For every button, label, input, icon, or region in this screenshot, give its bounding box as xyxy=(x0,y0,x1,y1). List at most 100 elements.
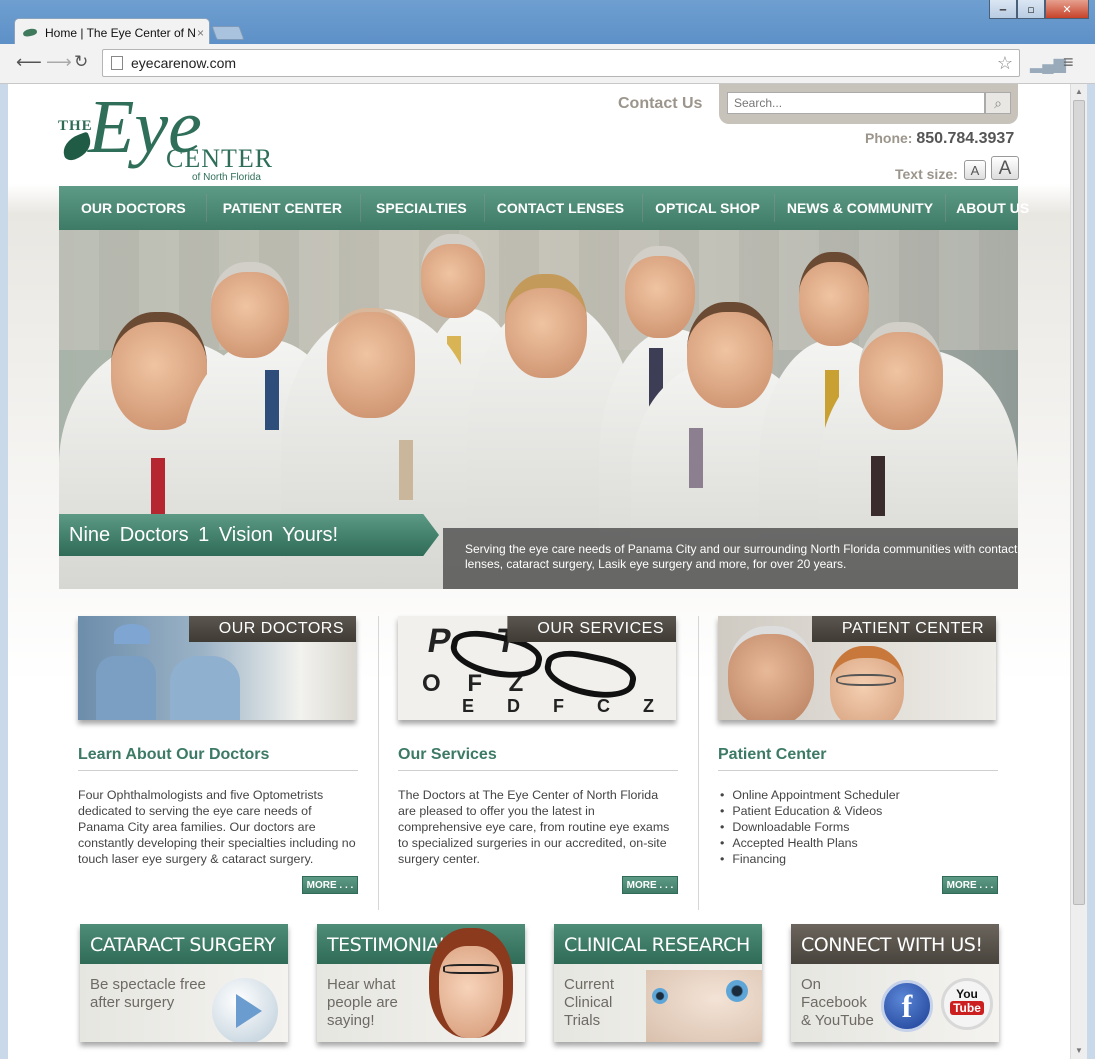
our-doctors-column: OUR DOCTORS Learn About Our Doctors Four… xyxy=(78,616,358,894)
logo-subtitle: of North Florida xyxy=(192,172,261,183)
clinical-research-promo[interactable]: CLINICAL RESEARCH Current Clinical Trial… xyxy=(554,924,762,1042)
text-size-small-button[interactable]: A xyxy=(964,160,986,180)
scroll-thumb[interactable] xyxy=(1073,100,1085,905)
our-doctors-tag: OUR DOCTORS xyxy=(188,616,356,642)
play-icon xyxy=(212,978,278,1042)
contact-us-link[interactable]: Contact Us xyxy=(618,95,702,113)
list-item[interactable]: Accepted Health Plans xyxy=(718,835,998,851)
our-services-tag: OUR SERVICES xyxy=(507,616,676,642)
our-services-more-button[interactable]: MORE . . . xyxy=(622,876,678,894)
promo-line: people are xyxy=(327,994,398,1011)
promo-line: saying! xyxy=(327,1012,375,1029)
scroll-down-icon[interactable]: ▼ xyxy=(1075,1046,1083,1055)
doctor-face xyxy=(859,322,943,430)
browser-tab[interactable]: Home | The Eye Center of N × xyxy=(14,18,210,46)
patient-center-more-button[interactable]: MORE . . . xyxy=(942,876,998,894)
promo-line: Hear what xyxy=(327,976,396,993)
window-controls: ‒ ▫ ✕ xyxy=(989,0,1089,20)
promo-line: Be spectacle free xyxy=(90,976,206,993)
tab-close-icon[interactable]: × xyxy=(197,26,204,40)
search-input[interactable]: Search... xyxy=(727,92,985,114)
nav-our-doctors[interactable]: OUR DOCTORS xyxy=(59,186,206,230)
scroll-up-icon[interactable]: ▲ xyxy=(1075,87,1083,96)
maximize-button[interactable]: ▫ xyxy=(1017,0,1045,19)
minimize-button[interactable]: ‒ xyxy=(989,0,1017,19)
our-services-image[interactable]: P T O F Z E D F C Z P OUR SERVICES xyxy=(398,616,676,720)
menu-icon[interactable]: ≡ xyxy=(1063,52,1074,73)
doctor-face xyxy=(625,246,695,338)
nav-patient-center[interactable]: PATIENT CENTER xyxy=(207,186,360,230)
close-window-button[interactable]: ✕ xyxy=(1045,0,1089,19)
promo-line: Trials xyxy=(564,1012,601,1029)
doctor-face xyxy=(421,234,485,318)
eyes-closeup xyxy=(646,970,762,1042)
column-divider xyxy=(378,616,379,910)
our-doctors-text: Four Ophthalmologists and five Optometri… xyxy=(78,788,356,866)
our-services-title[interactable]: Our Services xyxy=(398,746,678,771)
our-services-text: The Doctors at The Eye Center of North F… xyxy=(398,788,670,866)
doctor-face xyxy=(687,302,773,408)
promo-line: Current xyxy=(564,976,615,993)
our-doctors-title[interactable]: Learn About Our Doctors xyxy=(78,746,358,771)
back-icon[interactable]: ⟵ xyxy=(16,52,42,73)
main-nav: OUR DOCTORS PATIENT CENTER SPECIALTIES C… xyxy=(59,186,1029,230)
star-icon[interactable]: ☆ xyxy=(997,53,1013,74)
window-border xyxy=(1087,84,1095,1059)
facebook-icon[interactable]: f xyxy=(881,980,933,1032)
list-item[interactable]: Downloadable Forms xyxy=(718,819,998,835)
cataract-surgery-title: CATARACT SURGERY xyxy=(80,924,288,964)
patient-center-image[interactable]: PATIENT CENTER xyxy=(718,616,996,720)
connect-title: CONNECT WITH US! xyxy=(791,924,999,964)
patient-center-list: Online Appointment Scheduler Patient Edu… xyxy=(718,787,998,869)
promo-line: Facebook xyxy=(801,994,867,1011)
list-item[interactable]: Patient Education & Videos xyxy=(718,803,998,819)
text-size-large-button[interactable]: A xyxy=(991,156,1019,180)
nav-specialties[interactable]: SPECIALTIES xyxy=(361,186,484,230)
search-icon[interactable]: ⌕ xyxy=(985,92,1011,114)
reload-icon[interactable]: ↻ xyxy=(74,52,88,72)
doctor-face xyxy=(327,308,415,418)
extension-icon[interactable]: ▂▄▆ xyxy=(1030,54,1066,74)
promo-line: & YouTube xyxy=(801,1012,874,1029)
our-doctors-more-button[interactable]: MORE . . . xyxy=(302,876,358,894)
patient-center-tag: PATIENT CENTER xyxy=(811,616,996,642)
hero-image: Nine Doctors 1 Vision Yours! Serving the… xyxy=(59,230,1018,589)
list-item[interactable]: Financing xyxy=(718,851,998,867)
testimonials-promo[interactable]: TESTIMONIALS Hear what people are saying… xyxy=(317,924,525,1042)
tie xyxy=(265,370,279,430)
list-item[interactable]: Online Appointment Scheduler xyxy=(718,787,998,803)
address-bar[interactable]: eyecarenow.com ☆ xyxy=(102,49,1020,77)
eye-chart-letters: E D F C Z P xyxy=(462,696,668,720)
eye-icon xyxy=(726,980,748,1002)
page-viewport: THE Eye CENTER of North Florida Contact … xyxy=(8,84,1070,1059)
browser-chrome: ‒ ▫ ✕ Home | The Eye Center of N × ⟵ ⟶ ↻… xyxy=(0,0,1095,84)
promo-line: Clinical xyxy=(564,994,613,1011)
clinical-research-title: CLINICAL RESEARCH xyxy=(554,924,762,964)
tie xyxy=(399,440,413,500)
vertical-scrollbar[interactable]: ▲ ▼ xyxy=(1070,84,1087,1059)
our-doctors-image[interactable]: OUR DOCTORS xyxy=(78,616,356,720)
page-icon xyxy=(111,56,123,70)
patient-center-title[interactable]: Patient Center xyxy=(718,746,998,771)
column-divider xyxy=(698,616,699,910)
tab-title: Home | The Eye Center of N xyxy=(45,25,195,40)
nav-news-community[interactable]: NEWS & COMMUNITY xyxy=(775,186,945,230)
hero-caption: Serving the eye care needs of Panama Cit… xyxy=(443,528,1018,589)
forward-icon[interactable]: ⟶ xyxy=(46,52,72,73)
new-tab-button[interactable] xyxy=(211,26,245,40)
hero-banner: Nine Doctors 1 Vision Yours! xyxy=(59,514,439,556)
nav-optical-shop[interactable]: OPTICAL SHOP xyxy=(643,186,774,230)
tie xyxy=(151,458,165,518)
site-logo[interactable]: THE Eye CENTER of North Florida xyxy=(58,85,272,184)
url-text: eyecarenow.com xyxy=(131,55,237,71)
nav-about-us[interactable]: ABOUT US xyxy=(946,186,1039,230)
logo-center: CENTER xyxy=(166,144,274,173)
nav-contact-lenses[interactable]: CONTACT LENSES xyxy=(485,186,642,230)
connect-with-us-promo[interactable]: CONNECT WITH US! On Facebook & YouTube f… xyxy=(791,924,999,1042)
search-box: Search... ⌕ xyxy=(719,84,1018,124)
testimonials-text: Hear what people are saying! xyxy=(327,976,398,1030)
cataract-surgery-promo[interactable]: CATARACT SURGERY Be spectacle free after… xyxy=(80,924,288,1042)
youtube-icon[interactable]: You Tube xyxy=(941,978,993,1030)
promo-line: after surgery xyxy=(90,994,175,1011)
connect-text: On Facebook & YouTube xyxy=(801,976,874,1030)
